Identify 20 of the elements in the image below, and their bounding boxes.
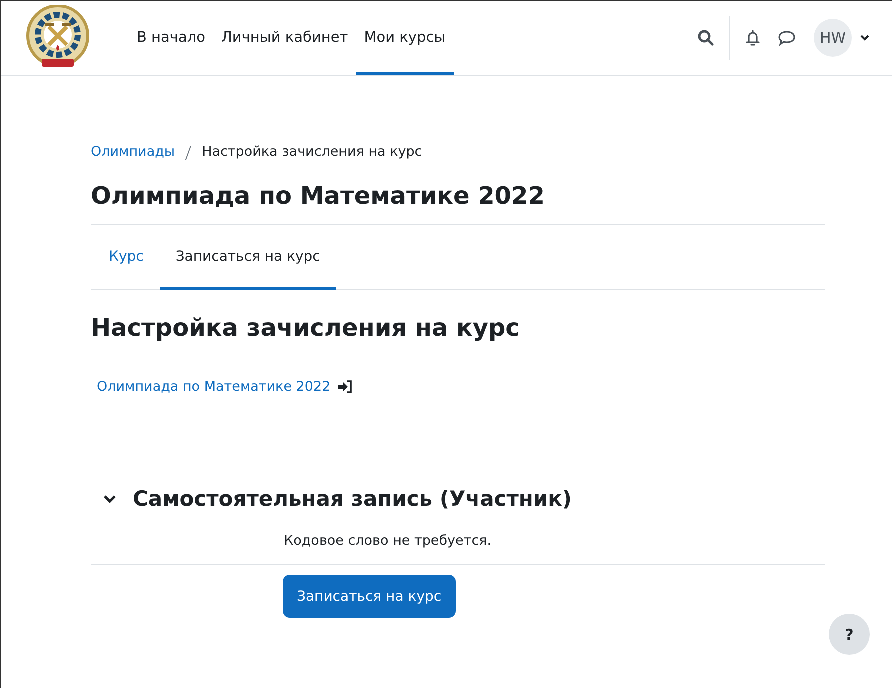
tab[interactable]: Записаться на курс bbox=[160, 225, 336, 290]
nav-link[interactable]: Мои курсы bbox=[356, 1, 454, 75]
help-button[interactable]: ? bbox=[829, 614, 870, 655]
course-title: Олимпиада по Математике 2022 bbox=[91, 182, 825, 225]
enrol-note: Кодовое слово не требуется. bbox=[284, 533, 493, 549]
chat-bubble-icon[interactable] bbox=[778, 29, 796, 47]
enrol-button[interactable]: Записаться на курс bbox=[283, 575, 456, 618]
nav-link[interactable]: Личный кабинет bbox=[214, 1, 356, 75]
bell-icon[interactable] bbox=[744, 29, 762, 47]
page-heading: Настройка зачисления на курс bbox=[91, 314, 521, 342]
search-icon[interactable] bbox=[697, 29, 715, 47]
section-heading: Самостоятельная запись (Участник) bbox=[133, 487, 572, 511]
caret-icon[interactable] bbox=[860, 33, 870, 43]
user-avatar[interactable]: HW bbox=[814, 19, 852, 57]
nav-link[interactable]: В начало bbox=[129, 1, 214, 75]
course-link[interactable]: Олимпиада по Математике 2022 bbox=[97, 379, 331, 395]
breadcrumb-link[interactable]: Олимпиады bbox=[91, 144, 176, 160]
tab[interactable]: Курс bbox=[93, 225, 160, 290]
sign-in-icon[interactable] bbox=[336, 380, 353, 394]
breadcrumb-current: Настройка зачисления на курс bbox=[202, 144, 422, 160]
